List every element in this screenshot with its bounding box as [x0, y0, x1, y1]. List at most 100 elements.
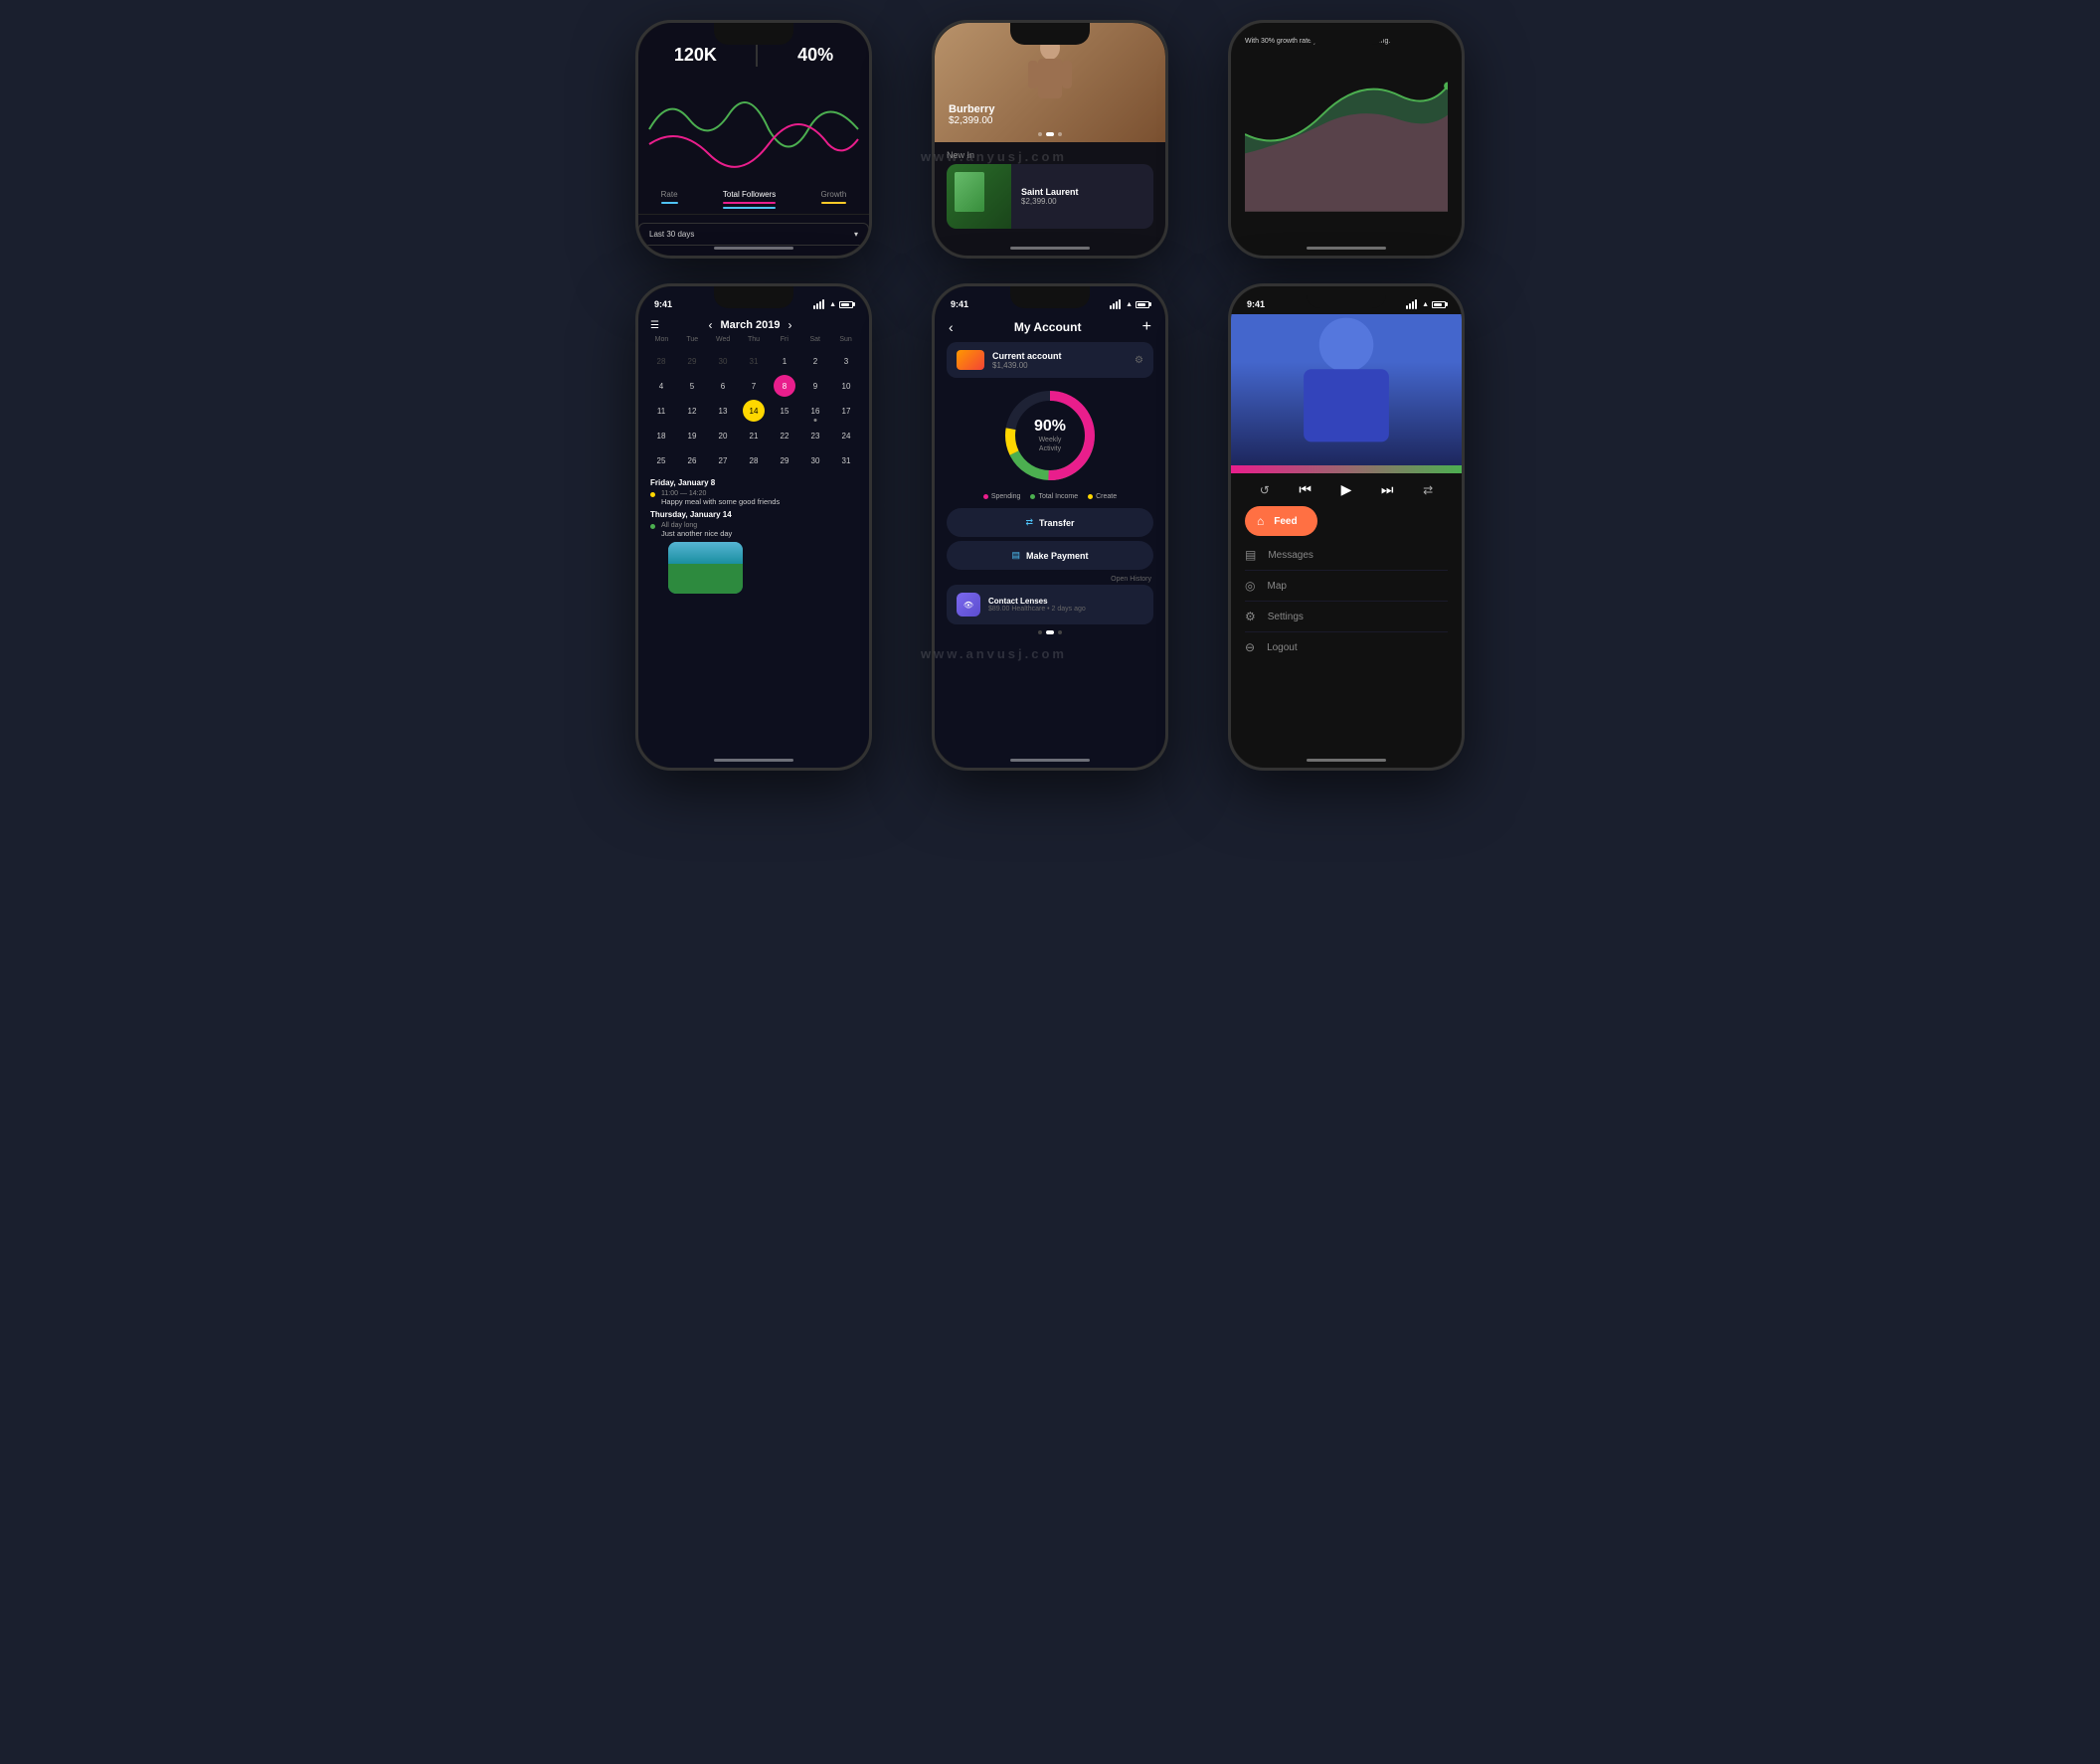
nav-item-map[interactable]: ◎ Map: [1245, 571, 1448, 602]
product-hero-price: $2,399.00: [949, 115, 994, 126]
cal-day[interactable]: 27: [712, 449, 734, 471]
cal-day[interactable]: 7: [743, 375, 765, 397]
cal-day[interactable]: 24: [835, 425, 857, 446]
cal-day[interactable]: 23: [804, 425, 826, 446]
chart-legend: Spending Total Income Create: [935, 489, 1165, 504]
cal-day[interactable]: 28: [743, 449, 765, 471]
player-controls: ↺ ⏮ ▶ ⏭ ⇄: [1231, 473, 1462, 506]
open-history-link[interactable]: Open History: [935, 574, 1165, 585]
transfer-button[interactable]: ⇄ Transfer: [947, 508, 1153, 537]
prev-icon[interactable]: ⏮: [1299, 481, 1312, 498]
activity-percent: 90%: [1034, 418, 1066, 436]
nav-item-settings[interactable]: ⚙ Settings: [1245, 602, 1448, 632]
navigation-menu: ⌂ Feed ▤ Messages ◎ Map: [1231, 506, 1462, 662]
legend-spending: Spending: [983, 493, 1021, 500]
phone-analytics: 120K 40%: [635, 20, 872, 259]
cal-day[interactable]: 4: [650, 375, 672, 397]
app-container: 120K 40%: [0, 0, 2100, 1764]
transaction-item[interactable]: 👁 Contact Lenses $89.00 Healthcare • 2 d…: [947, 585, 1153, 624]
calendar-header: ☰ ‹ March 2019 ›: [638, 314, 869, 334]
product-list-price: $2,399.00: [1021, 197, 1079, 206]
chevron-down-icon: ▾: [854, 230, 858, 239]
cal-day[interactable]: 12: [681, 400, 703, 422]
phone-feed: 9:41 ▲: [1228, 283, 1465, 771]
add-button[interactable]: +: [1142, 318, 1151, 336]
settings-label: Settings: [1268, 612, 1304, 622]
cal-day[interactable]: 11: [650, 400, 672, 422]
time-range-dropdown[interactable]: Last 30 days ▾: [638, 223, 869, 246]
messages-label: Messages: [1268, 550, 1313, 561]
cal-day[interactable]: 18: [650, 425, 672, 446]
settings-icon-feed: ⚙: [1245, 610, 1256, 623]
home-indicator-3: [1307, 247, 1386, 250]
cal-day[interactable]: 2: [804, 350, 826, 372]
cal-day[interactable]: 25: [650, 449, 672, 471]
next-icon[interactable]: ⏭: [1381, 481, 1394, 498]
cal-day[interactable]: 26: [681, 449, 703, 471]
legend-create: Create: [1088, 493, 1117, 500]
card-name: Current account: [992, 351, 1062, 361]
event-dot-green: [650, 524, 655, 529]
event-dot-yellow: [650, 492, 655, 497]
event-title: Happy meal with some good friends: [661, 497, 780, 506]
tab-total-followers[interactable]: Total Followers: [723, 190, 776, 208]
home-indicator: [714, 247, 793, 250]
cal-day[interactable]: 22: [774, 425, 795, 446]
dot-1: [1038, 132, 1042, 136]
map-label: Map: [1267, 581, 1286, 592]
cal-day[interactable]: 30: [712, 350, 734, 372]
cal-day-selected-14[interactable]: 14: [743, 400, 765, 422]
cal-day[interactable]: 10: [835, 375, 857, 397]
settings-icon[interactable]: ⚙: [1135, 355, 1143, 366]
cal-day[interactable]: 28: [650, 350, 672, 372]
nav-item-feed[interactable]: ⌂ Feed: [1245, 506, 1448, 536]
cal-day[interactable]: 31: [835, 449, 857, 471]
cal-day[interactable]: 30: [804, 449, 826, 471]
cal-day[interactable]: 1: [774, 350, 795, 372]
battery-icon-account: [1136, 301, 1149, 308]
cal-day[interactable]: 21: [743, 425, 765, 446]
cal-day[interactable]: 19: [681, 425, 703, 446]
prev-month-button[interactable]: ‹: [709, 318, 713, 332]
page-title-account: My Account: [1014, 320, 1082, 334]
next-month-button[interactable]: ›: [788, 318, 791, 332]
product-name: Saint Laurent: [1021, 187, 1079, 197]
nav-item-messages[interactable]: ▤ Messages: [1245, 540, 1448, 571]
cal-day[interactable]: 6: [712, 375, 734, 397]
tab-rate[interactable]: Rate: [661, 190, 678, 208]
home-indicator-feed: [1307, 759, 1386, 762]
product-card[interactable]: Saint Laurent $2,399.00: [947, 164, 1153, 229]
cal-day[interactable]: 13: [712, 400, 734, 422]
signal-icon-account: [1110, 299, 1121, 309]
cal-day[interactable]: 29: [681, 350, 703, 372]
play-icon[interactable]: ▶: [1341, 481, 1352, 498]
cal-day-selected-8[interactable]: 8: [774, 375, 795, 397]
cal-day[interactable]: 20: [712, 425, 734, 446]
cal-day[interactable]: 16: [804, 400, 826, 422]
cal-day[interactable]: 17: [835, 400, 857, 422]
cal-day[interactable]: 5: [681, 375, 703, 397]
back-button[interactable]: ‹: [949, 319, 954, 335]
growth-value: 40%: [797, 45, 833, 66]
cal-day[interactable]: 3: [835, 350, 857, 372]
messages-icon: ▤: [1245, 548, 1256, 562]
repeat-icon[interactable]: ↺: [1260, 483, 1270, 497]
home-indicator-2: [1010, 247, 1090, 250]
home-indicator-cal: [714, 759, 793, 762]
tab-growth[interactable]: Growth: [821, 190, 847, 208]
cal-day[interactable]: 9: [804, 375, 826, 397]
shuffle-icon[interactable]: ⇄: [1423, 483, 1433, 497]
phone-account: 9:41 ▲: [932, 283, 1168, 771]
cal-day[interactable]: 15: [774, 400, 795, 422]
cal-day[interactable]: 29: [774, 449, 795, 471]
card-icon: [957, 350, 984, 370]
cal-day[interactable]: 31: [743, 350, 765, 372]
activity-label: WeeklyActivity: [1034, 436, 1066, 453]
status-bar-feed: 9:41 ▲: [1231, 286, 1462, 314]
menu-icon[interactable]: ☰: [650, 320, 659, 331]
make-payment-button[interactable]: ▤ Make Payment: [947, 541, 1153, 570]
month-label: March 2019: [721, 319, 781, 331]
hero-image: Burberry $2,399.00: [935, 23, 1165, 142]
wifi-icon: ▲: [829, 301, 836, 308]
nav-item-logout[interactable]: ⊖ Logout: [1245, 632, 1448, 662]
